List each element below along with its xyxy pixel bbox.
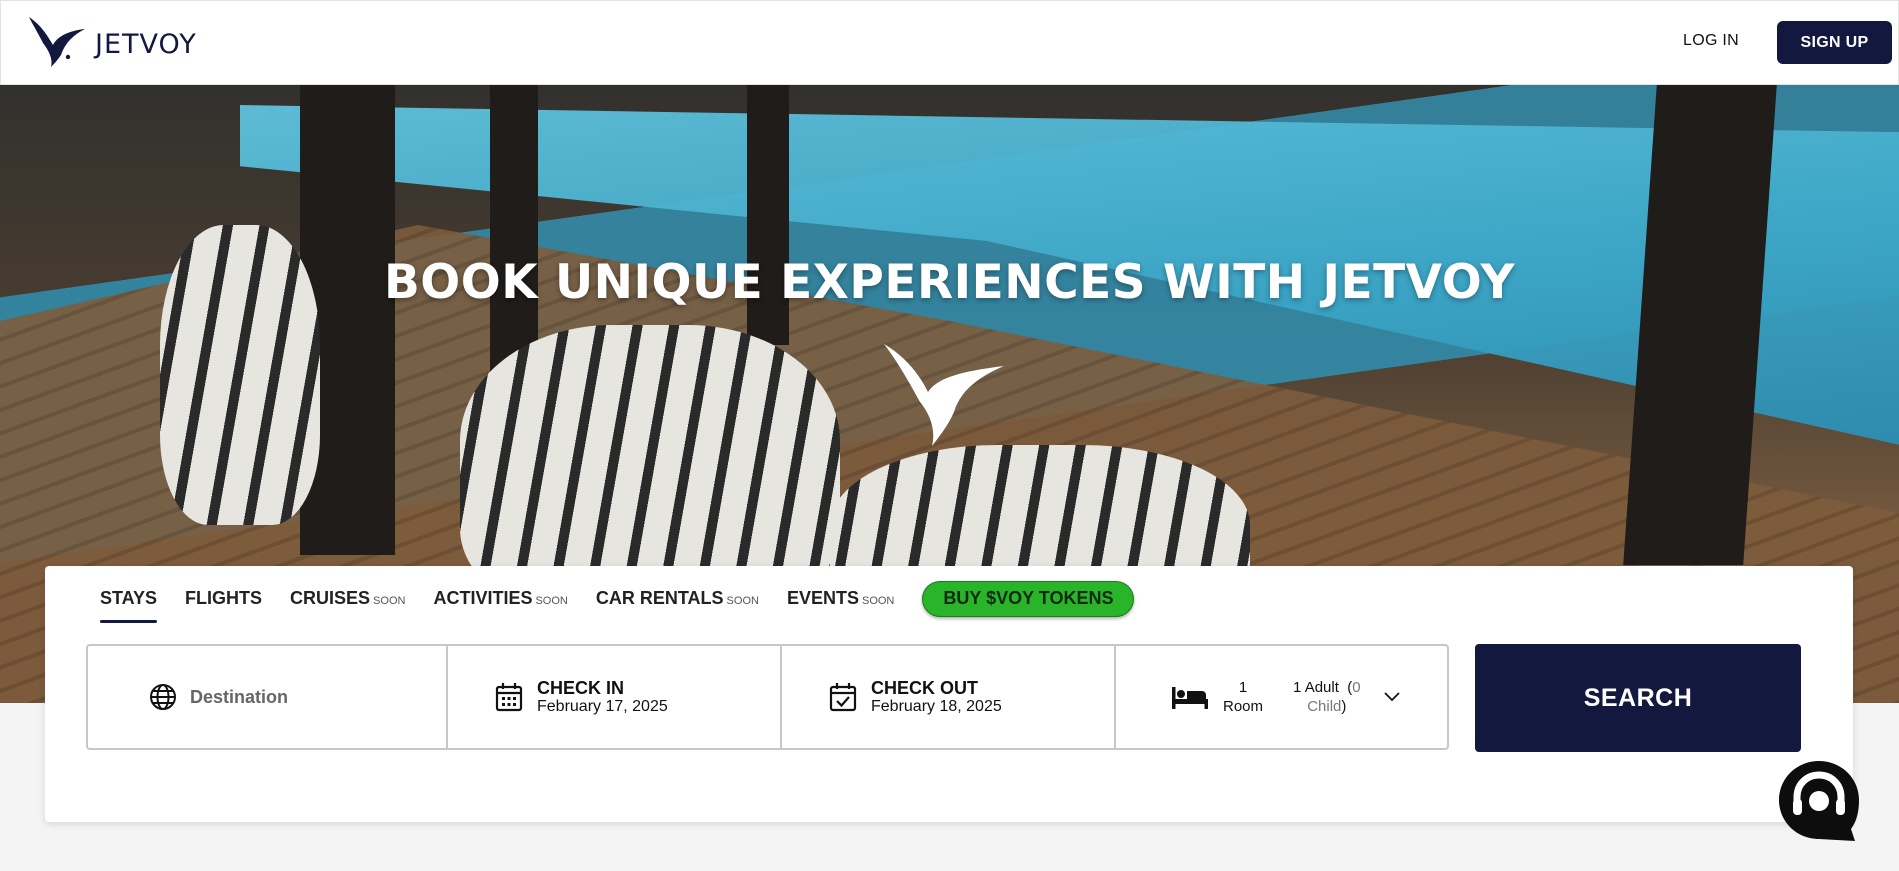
destination-input[interactable]: Destination	[190, 687, 288, 708]
globe-icon	[150, 684, 176, 710]
rooms-count: 1 Room	[1223, 678, 1263, 716]
check-in-field[interactable]: CHECK IN February 17, 2025	[448, 646, 782, 748]
check-out-value: February 18, 2025	[871, 698, 1002, 715]
destination-field[interactable]: Destination	[88, 646, 448, 748]
tab-events[interactable]: EVENTS SOON	[787, 588, 894, 623]
soon-badge: SOON	[861, 595, 895, 607]
login-link[interactable]: LOG IN	[1683, 32, 1739, 50]
soon-badge: SOON	[373, 595, 406, 607]
children-close: )	[1341, 698, 1347, 715]
tab-label: CRUISES	[290, 588, 371, 608]
rooms-guests-field[interactable]: 1 Room 1 Adult (0 Child)	[1116, 646, 1447, 748]
tab-cruises[interactable]: CRUISES SOON	[290, 588, 405, 623]
jetvoy-logo[interactable]: JETVOY	[27, 15, 197, 69]
tab-car-rentals[interactable]: CAR RENTALS SOON	[596, 588, 759, 623]
bed-icon	[1172, 687, 1208, 709]
check-out-block: CHECK OUT February 18, 2025	[871, 679, 1002, 715]
tab-label: STAYS	[100, 588, 158, 608]
buy-tokens-button[interactable]: BUY $VOY TOKENS	[922, 580, 1135, 617]
jetvoy-bird-icon	[884, 344, 1004, 446]
logo-text: JETVOY	[95, 28, 197, 60]
jetvoy-bird-icon	[29, 17, 85, 67]
tab-label: ACTIVITIES	[433, 588, 533, 608]
children-count: 0	[1352, 679, 1361, 696]
guests-summary: 1 Adult (0 Child)	[1293, 678, 1361, 716]
search-card: STAYS FLIGHTS CRUISES SOON ACTIVITIES SOON…	[45, 566, 1853, 822]
soon-badge: SOON	[535, 595, 568, 607]
rooms-label: Room	[1223, 698, 1264, 715]
chevron-down-icon[interactable]	[1383, 691, 1401, 703]
tab-label: FLIGHTS	[185, 588, 263, 608]
search-button[interactable]: SEARCH	[1475, 644, 1801, 752]
hero-title: BOOK UNIQUE EXPERIENCES WITH JETVOY	[383, 255, 1516, 310]
tab-label: CAR RENTALS	[595, 588, 724, 608]
soon-badge: SOON	[726, 595, 759, 607]
top-header: JETVOY LOG IN SIGN UP	[0, 0, 1899, 85]
adults-count: 1 Adult	[1293, 679, 1339, 696]
category-tabs: STAYS FLIGHTS CRUISES SOON ACTIVITIES SOON…	[100, 580, 1135, 623]
calendar-icon	[495, 683, 523, 712]
check-out-label: CHECK OUT	[871, 678, 978, 698]
tab-label: EVENTS	[786, 588, 859, 608]
chat-support-icon[interactable]	[1777, 759, 1861, 843]
signup-button[interactable]: SIGN UP	[1777, 21, 1892, 64]
rooms-number: 1	[1238, 679, 1248, 696]
tab-activities[interactable]: ACTIVITIES SOON	[433, 588, 567, 623]
check-out-field[interactable]: CHECK OUT February 18, 2025	[782, 646, 1116, 748]
check-in-value: February 17, 2025	[537, 698, 668, 715]
check-in-label: CHECK IN	[537, 678, 625, 698]
check-in-block: CHECK IN February 17, 2025	[537, 679, 668, 715]
tab-flights[interactable]: FLIGHTS	[185, 588, 262, 623]
search-fields: Destination CHECK IN February 17, 2025 C…	[86, 644, 1449, 750]
tab-stays[interactable]: STAYS	[100, 588, 158, 623]
calendar-check-icon	[829, 683, 857, 712]
children-label: Child	[1307, 698, 1342, 715]
